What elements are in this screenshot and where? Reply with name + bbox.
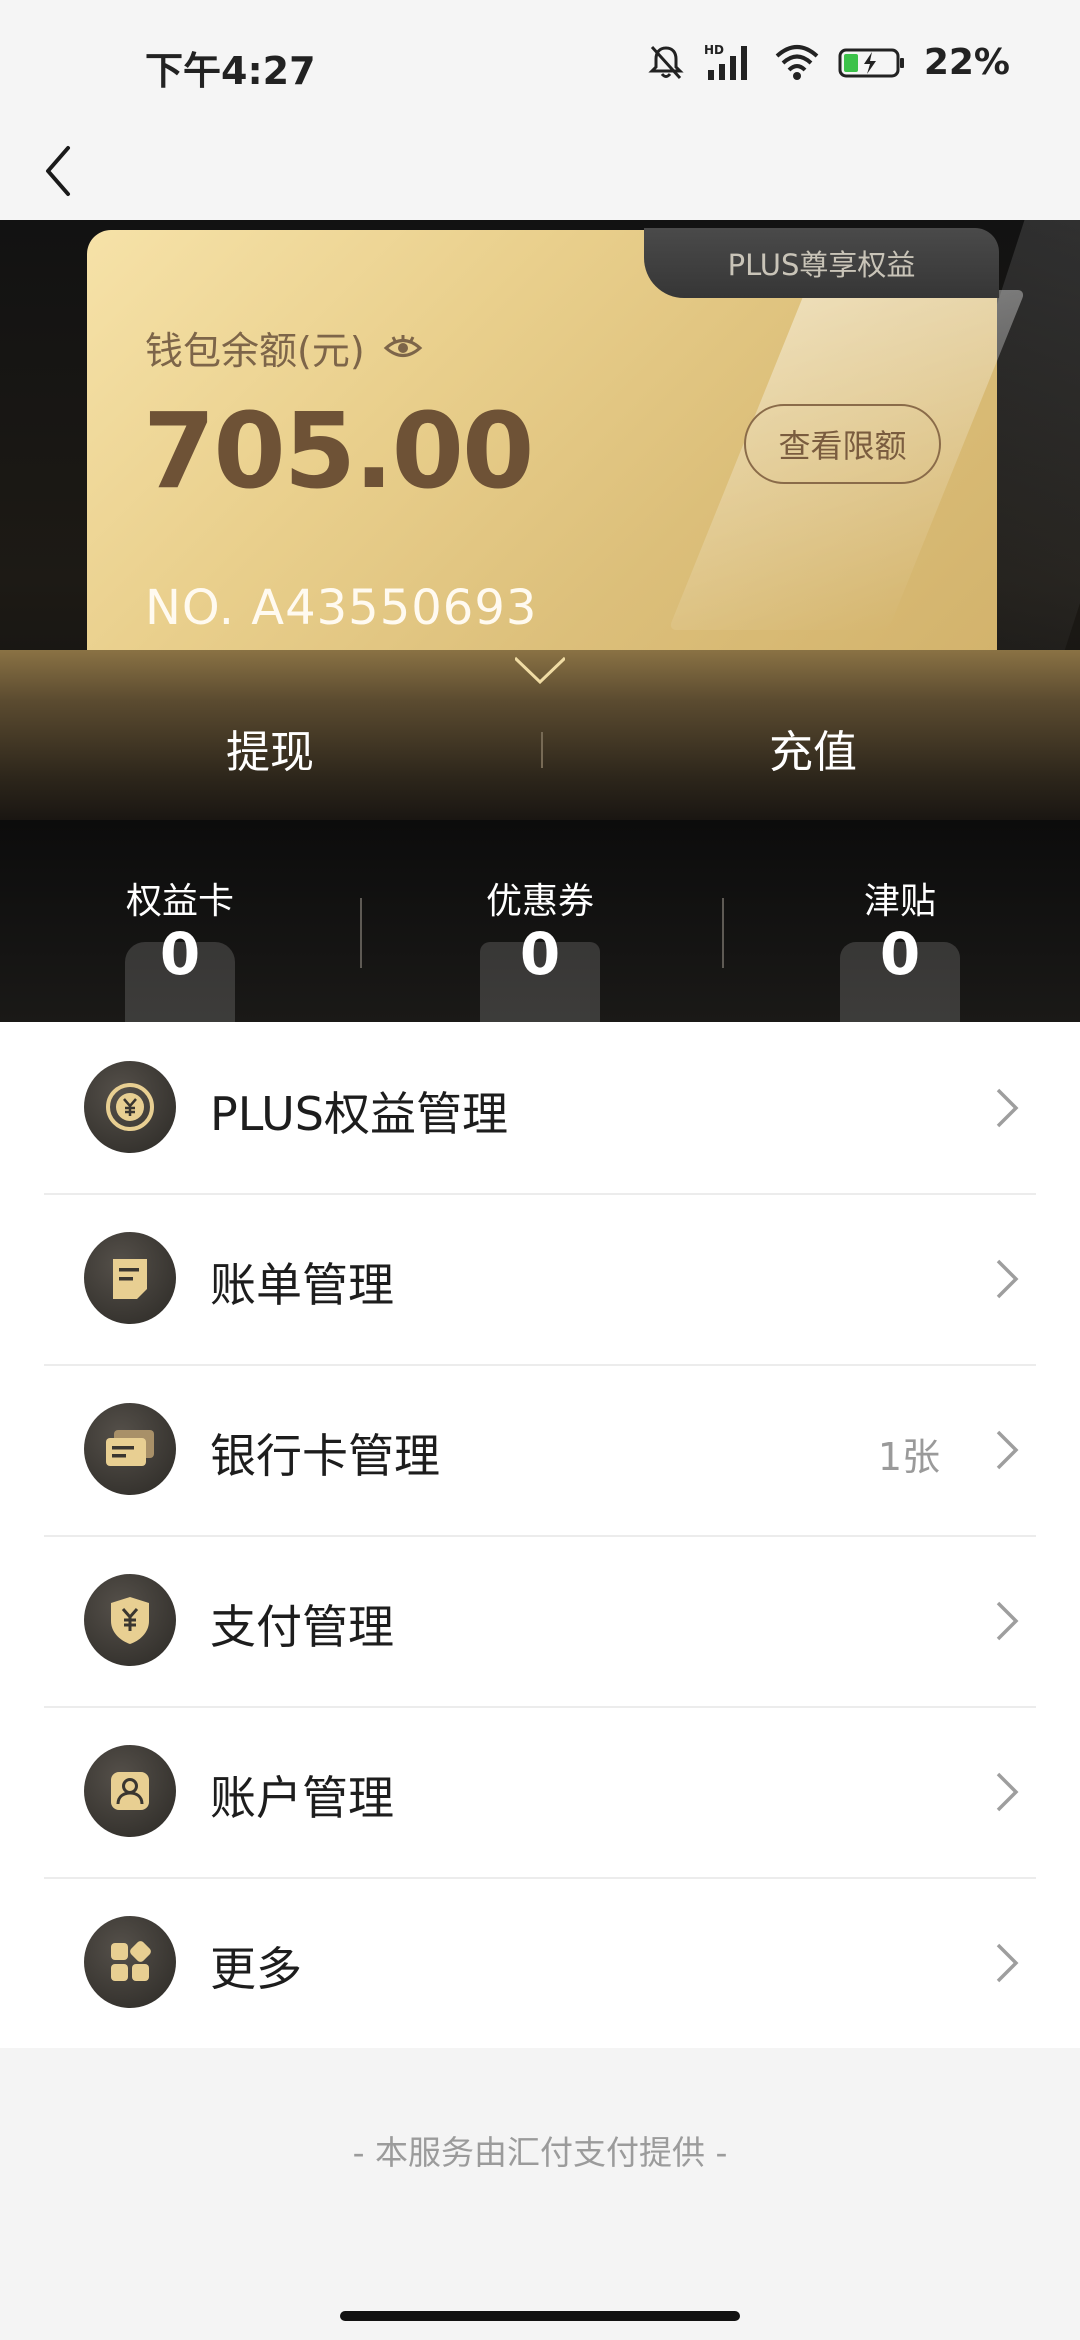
account-icon — [84, 1745, 176, 1837]
nav-bar — [0, 126, 1080, 220]
menu-label: 账单管理 — [210, 1258, 394, 1312]
stat-benefit-card[interactable]: 权益卡 0 — [0, 820, 360, 1022]
battery-percent: 22% — [923, 41, 1010, 83]
more-grid-icon — [84, 1916, 176, 2008]
status-bar: 下午4:27 HD 22% — [0, 0, 1080, 126]
battery-icon — [838, 48, 904, 78]
plus-benefit-icon — [84, 1061, 176, 1153]
card-number: NO. A43550693 — [145, 580, 538, 636]
chevron-right-icon — [996, 1088, 1019, 1128]
service-provider-footer: - 本服务由汇付支付提供 - — [352, 2133, 728, 2172]
menu-item-payment[interactable]: 支付管理 — [0, 1535, 1080, 1706]
chevron-right-icon — [996, 1430, 1019, 1470]
stat-value: 0 — [519, 920, 561, 988]
signal-icon: HD — [704, 43, 747, 80]
menu-item-bank-cards[interactable]: 银行卡管理 1张 — [0, 1364, 1080, 1535]
bell-muted-icon — [648, 45, 684, 80]
menu-item-plus-benefits[interactable]: PLUS权益管理 — [0, 1022, 1080, 1193]
wifi-icon — [775, 45, 819, 80]
withdraw-button[interactable]: 提现 — [120, 716, 420, 780]
menu-list: PLUS权益管理 账单管理 银行卡管理 1张 支付管理 账户管理 更多 — [0, 1022, 1080, 2048]
stat-value: 0 — [879, 920, 921, 988]
payment-shield-icon — [84, 1574, 176, 1666]
menu-label: PLUS权益管理 — [210, 1087, 508, 1141]
action-divider — [541, 732, 543, 768]
bank-card-icon — [84, 1403, 176, 1495]
balance-value: 705.00 — [143, 390, 534, 512]
home-indicator[interactable] — [340, 2311, 740, 2321]
bill-icon — [84, 1232, 176, 1324]
stat-coupon[interactable]: 优惠券 0 — [360, 820, 720, 1022]
recharge-button[interactable]: 充值 — [663, 716, 963, 780]
chevron-right-icon — [996, 1772, 1019, 1812]
plus-tab[interactable]: PLUS尊享权益 — [644, 228, 999, 298]
wallet-card: PLUS尊享权益 钱包余额(元) 705.00 查看限额 NO. A435506… — [87, 228, 1026, 690]
menu-item-bills[interactable]: 账单管理 — [0, 1193, 1080, 1364]
view-limit-button[interactable]: 查看限额 — [744, 404, 941, 484]
band-notch — [515, 656, 565, 684]
back-icon[interactable] — [38, 136, 98, 206]
menu-label: 支付管理 — [210, 1600, 394, 1654]
stat-allowance[interactable]: 津贴 0 — [720, 820, 1080, 1022]
balance-label: 钱包余额(元) — [145, 320, 423, 375]
menu-item-more[interactable]: 更多 — [0, 1877, 1080, 2048]
stat-label: 优惠券 — [485, 881, 594, 922]
chevron-right-icon — [996, 1943, 1019, 1983]
status-icons: HD 22% — [646, 38, 1010, 86]
wallet-hero: PLUS尊享权益 钱包余额(元) 705.00 查看限额 NO. A435506… — [0, 220, 1080, 820]
stat-value: 0 — [159, 920, 201, 988]
svg-text:HD: HD — [704, 43, 724, 57]
chevron-right-icon — [996, 1601, 1019, 1641]
eye-icon[interactable] — [383, 333, 423, 363]
chevron-right-icon — [996, 1259, 1019, 1299]
balance-label-text: 钱包余额(元) — [145, 329, 365, 373]
stat-label: 津贴 — [863, 881, 936, 922]
status-time: 下午4:27 — [145, 49, 316, 93]
menu-label: 银行卡管理 — [210, 1429, 440, 1483]
bank-card-count: 1张 — [877, 1435, 940, 1479]
plus-tab-label: PLUS尊享权益 — [727, 248, 916, 282]
menu-item-account[interactable]: 账户管理 — [0, 1706, 1080, 1877]
stats-row: 权益卡 0 优惠券 0 津贴 0 — [0, 820, 1080, 1022]
menu-label: 账户管理 — [210, 1771, 394, 1825]
stat-label: 权益卡 — [125, 881, 234, 922]
menu-label: 更多 — [210, 1942, 302, 1996]
